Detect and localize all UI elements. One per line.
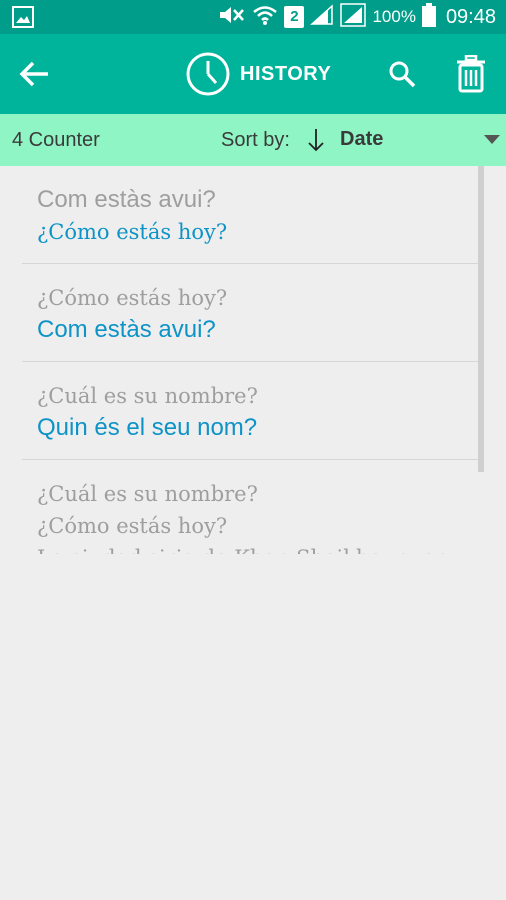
battery-percent: 100% <box>372 7 416 26</box>
status-bar: 2 100% 09:48 <box>0 0 506 34</box>
search-button[interactable] <box>382 54 422 94</box>
back-button[interactable] <box>14 54 54 94</box>
back-arrow-icon <box>19 61 48 87</box>
page-title: HISTORY <box>240 62 332 85</box>
search-icon <box>389 61 416 88</box>
clock-icon <box>186 52 230 96</box>
history-counter: 4 Counter <box>12 129 100 151</box>
signal-icon <box>310 3 334 31</box>
source-text: ¿Cómo estás hoy? <box>37 286 228 310</box>
translation-text: ¿Cómo estás hoy? <box>37 220 228 244</box>
extra-text: La ciudad siria de Khan Sheikhoun, en <box>37 542 484 554</box>
list-item[interactable]: ¿Cuál es su nombre? ¿Cómo estás hoy? La … <box>22 460 484 558</box>
app-bar: HISTORY <box>0 34 506 114</box>
sort-bar: 4 Counter Sort by: Date <box>0 114 506 166</box>
source-text: ¿Cuál es su nombre? <box>37 384 258 408</box>
sim-slot-badge: 2 <box>284 6 305 28</box>
source-text: ¿Cuál es su nombre? <box>37 482 258 506</box>
sort-label: Sort by: <box>221 129 290 151</box>
list-item[interactable]: Com estàs avui? ¿Cómo estás hoy? <box>22 166 484 264</box>
translation-text: Quin és el seu nom? <box>37 414 258 441</box>
sort-direction-icon[interactable] <box>305 127 327 153</box>
list-scrollbar[interactable] <box>478 166 484 472</box>
title-group: HISTORY <box>186 52 331 96</box>
wifi-icon <box>252 4 278 31</box>
trash-icon <box>457 55 485 93</box>
delete-history-button[interactable] <box>450 52 492 96</box>
translation-text: Com estàs avui? <box>37 316 216 343</box>
list-item[interactable]: ¿Cuál es su nombre? Quin és el seu nom? <box>22 362 484 460</box>
signal-icon-2 <box>340 2 367 32</box>
sort-select[interactable]: Date <box>340 114 383 164</box>
mute-icon <box>216 4 246 31</box>
list-item[interactable]: ¿Cómo estás hoy? Com estàs avui? <box>22 264 484 362</box>
history-list: Com estàs avui? ¿Cómo estás hoy? ¿Cómo e… <box>22 166 484 561</box>
image-notification-icon <box>12 6 34 33</box>
dropdown-arrow-icon[interactable] <box>484 135 500 145</box>
translation-text: ¿Cómo estás hoy? <box>37 514 228 538</box>
source-text: Com estàs avui? <box>37 186 216 213</box>
clock-time: 09:48 <box>445 5 496 28</box>
battery-icon <box>421 2 436 32</box>
